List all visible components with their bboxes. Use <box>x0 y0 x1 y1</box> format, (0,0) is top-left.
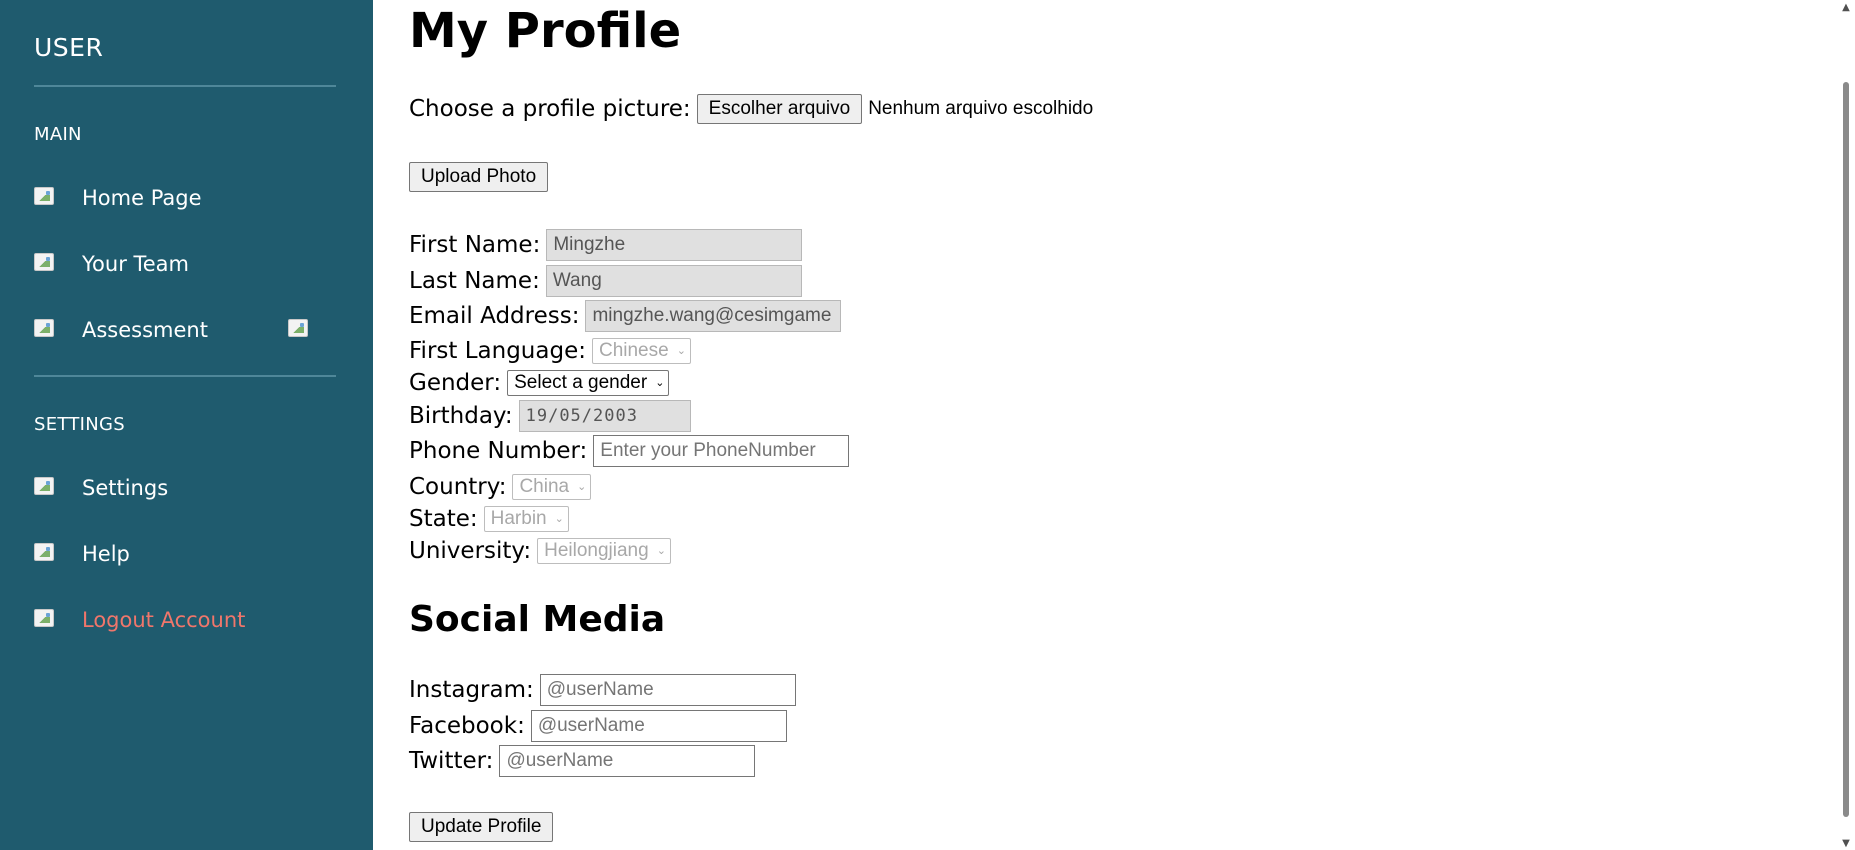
page-title: My Profile <box>409 3 682 59</box>
upload-photo-button[interactable]: Upload Photo <box>409 162 549 192</box>
update-row: Update Profile <box>409 812 554 842</box>
update-profile-button[interactable]: Update Profile <box>409 812 554 842</box>
phone-placeholder: Enter your PhoneNumber <box>600 440 816 461</box>
sidebar-item-settings[interactable]: Settings <box>34 470 336 506</box>
university-label: University: <box>409 538 532 564</box>
chevron-down-icon: ⌄ <box>554 513 564 525</box>
state-select[interactable]: Harbin ⌄ <box>483 506 569 532</box>
chevron-down-icon: ⌄ <box>656 545 666 557</box>
twitter-field[interactable]: @userName <box>499 745 756 777</box>
phone-row: Phone Number: Enter your PhoneNumber <box>409 435 850 467</box>
first-language-select[interactable]: Chinese ⌄ <box>591 338 691 364</box>
scroll-up-arrow-icon[interactable]: ▲ <box>1841 3 1851 13</box>
country-select[interactable]: China ⌄ <box>512 474 592 500</box>
sidebar-divider <box>34 85 336 87</box>
last-name-field[interactable]: Wang <box>545 265 802 297</box>
last-name-label: Last Name: <box>409 268 540 294</box>
sidebar-item-your-team[interactable]: Your Team <box>34 246 336 282</box>
email-label: Email Address: <box>409 303 580 329</box>
upload-row: Upload Photo <box>409 162 549 192</box>
first-name-label: First Name: <box>409 232 541 258</box>
sidebar-title: USER <box>34 33 104 62</box>
university-select[interactable]: Heilongjiang ⌄ <box>537 538 671 564</box>
settings-icon <box>34 477 58 499</box>
notification-icon <box>288 319 312 341</box>
first-name-field[interactable]: Mingzhe <box>546 229 803 261</box>
sidebar-item-label: Help <box>82 542 130 566</box>
vertical-scrollbar[interactable]: ▲ ▼ <box>1838 0 1855 850</box>
sidebar-item-assessment[interactable]: Assessment <box>34 312 336 348</box>
state-label: State: <box>409 506 478 532</box>
birthday-field[interactable]: 19/05/2003 <box>518 400 691 432</box>
state-value: Harbin <box>490 508 547 529</box>
first-language-value: Chinese <box>598 340 669 361</box>
logout-icon <box>34 609 58 631</box>
assessment-icon <box>34 319 58 341</box>
phone-label: Phone Number: <box>409 438 588 464</box>
chevron-down-icon: ⌄ <box>676 345 686 357</box>
profile-picture-row: Choose a profile picture: Escolher arqui… <box>409 94 1093 124</box>
sidebar-item-label: Settings <box>82 476 169 500</box>
facebook-placeholder: @userName <box>537 715 645 736</box>
scroll-down-arrow-icon[interactable]: ▼ <box>1841 839 1851 849</box>
sidebar-item-help[interactable]: Help <box>34 536 336 572</box>
university-value: Heilongjiang <box>544 540 649 561</box>
sidebar-section-settings: SETTINGS <box>34 414 126 435</box>
last-name-row: Last Name: Wang <box>409 265 802 297</box>
country-row: Country: China ⌄ <box>409 473 592 501</box>
first-language-row: First Language: Chinese ⌄ <box>409 337 691 365</box>
sidebar-item-label: Your Team <box>82 252 190 276</box>
first-name-row: First Name: Mingzhe <box>409 229 803 261</box>
country-value: China <box>519 476 570 497</box>
instagram-field[interactable]: @userName <box>539 674 796 706</box>
facebook-label: Facebook: <box>409 713 525 739</box>
sidebar-divider <box>34 375 336 377</box>
scroll-thumb[interactable] <box>1843 82 1849 817</box>
university-row: University: Heilongjiang ⌄ <box>409 537 671 565</box>
twitter-placeholder: @userName <box>506 750 614 771</box>
facebook-row: Facebook: @userName <box>409 710 787 742</box>
choose-file-button[interactable]: Escolher arquivo <box>696 94 863 124</box>
chevron-down-icon: ⌄ <box>577 481 587 493</box>
email-field[interactable]: mingzhe.wang@cesimgame <box>585 300 842 332</box>
birthday-label: Birthday: <box>409 403 513 429</box>
state-row: State: Harbin ⌄ <box>409 505 569 533</box>
instagram-label: Instagram: <box>409 677 534 703</box>
sidebar-item-label: Logout Account <box>82 608 246 632</box>
chevron-down-icon: ⌄ <box>655 377 665 389</box>
gender-row: Gender: Select a gender ⌄ <box>409 369 670 397</box>
team-icon <box>34 253 58 275</box>
gender-select[interactable]: Select a gender ⌄ <box>507 370 670 396</box>
facebook-field[interactable]: @userName <box>530 710 787 742</box>
sidebar-item-label: Home Page <box>82 186 202 210</box>
profile-picture-label: Choose a profile picture: <box>409 96 691 122</box>
twitter-row: Twitter: @userName <box>409 745 756 777</box>
sidebar-section-main: MAIN <box>34 124 82 145</box>
sidebar-item-label: Assessment <box>82 318 208 342</box>
sidebar-item-logout[interactable]: Logout Account <box>34 602 336 638</box>
help-icon <box>34 543 58 565</box>
instagram-placeholder: @userName <box>546 679 654 700</box>
birthday-row: Birthday: 19/05/2003 <box>409 400 691 432</box>
first-language-label: First Language: <box>409 338 586 364</box>
profile-page: My Profile Choose a profile picture: Esc… <box>409 0 1809 850</box>
instagram-row: Instagram: @userName <box>409 674 796 706</box>
phone-field[interactable]: Enter your PhoneNumber <box>593 435 850 467</box>
sidebar-item-home-page[interactable]: Home Page <box>34 180 336 216</box>
social-media-heading: Social Media <box>409 599 666 640</box>
country-label: Country: <box>409 474 507 500</box>
file-status: Nenhum arquivo escolhido <box>868 98 1094 119</box>
gender-value: Select a gender <box>514 372 648 393</box>
home-icon <box>34 187 58 209</box>
twitter-label: Twitter: <box>409 748 494 774</box>
sidebar: USER MAIN Home Page Your Team Assessment… <box>0 0 373 850</box>
gender-label: Gender: <box>409 370 502 396</box>
email-row: Email Address: mingzhe.wang@cesimgame <box>409 300 842 332</box>
